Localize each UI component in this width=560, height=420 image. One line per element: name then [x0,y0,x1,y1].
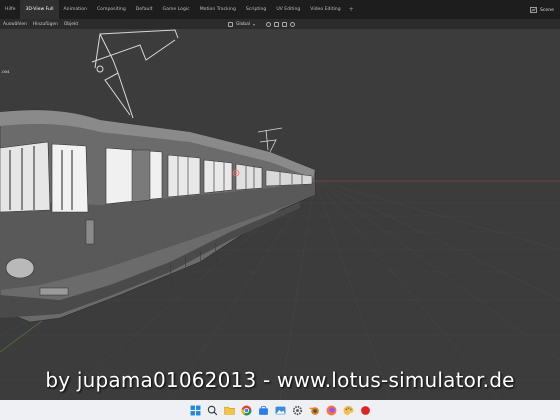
pantograph-front [91,29,179,119]
tab-animation[interactable]: Animation [59,0,92,19]
tab-hilfe[interactable]: Hilfe [0,0,20,19]
proportional-edit-icon[interactable] [290,21,296,27]
headlight-icon [5,257,35,279]
tab-video-editing[interactable]: Video Editing [305,0,345,19]
tab-default[interactable]: Default [131,0,158,19]
windows-start-icon[interactable] [189,404,202,417]
workspace-topbar: Hilfe 3D-View Full Animation Compositing… [0,0,560,19]
orientation-icon [228,21,233,27]
scene-selector[interactable]: Scene [524,5,560,15]
store-icon[interactable] [257,404,270,417]
paint-icon[interactable] [342,404,355,417]
chrome-icon[interactable] [240,404,253,417]
tab-compositing[interactable]: Compositing [92,0,131,19]
pantograph-rear [257,127,283,153]
blender-icon[interactable] [308,404,321,417]
menu-add[interactable]: Hinzufügen [30,22,61,27]
scene-icon [530,7,537,13]
tab-scripting[interactable]: Scripting [241,0,271,19]
viewport-scene [0,29,560,401]
scene-label: Scene [539,7,554,13]
record-icon[interactable] [359,404,372,417]
photos-icon[interactable] [274,404,287,417]
add-workspace-button[interactable]: + [346,6,357,13]
menu-object[interactable]: Objekt [61,22,81,27]
file-explorer-icon[interactable] [223,404,236,417]
snap-icon[interactable] [274,21,280,27]
watermark-text: by jupama01062013 - www.lotus-simulator.… [45,368,515,392]
settings-icon[interactable] [291,404,304,417]
taskbar [0,400,560,420]
tab-3d-view-full[interactable]: 3D-View Full [20,0,59,19]
menu-select[interactable]: Auswählen [0,22,30,27]
chevron-down-icon: ▾ [253,21,256,27]
snap-target-icon[interactable] [282,21,288,27]
object-name-label: .004 [1,69,10,74]
3d-viewport[interactable]: .004 [0,29,560,401]
transform-orientation[interactable]: Global ▾ [228,19,296,29]
search-icon[interactable] [206,404,219,417]
pivot-icon[interactable] [266,21,272,27]
firefox-icon[interactable] [325,404,338,417]
orientation-label: Global [236,21,251,27]
tram-model [0,109,316,323]
tab-game-logic[interactable]: Game Logic [158,0,195,19]
tab-motion-tracking[interactable]: Motion Tracking [195,0,241,19]
tab-uv-editing[interactable]: UV Editing [271,0,305,19]
